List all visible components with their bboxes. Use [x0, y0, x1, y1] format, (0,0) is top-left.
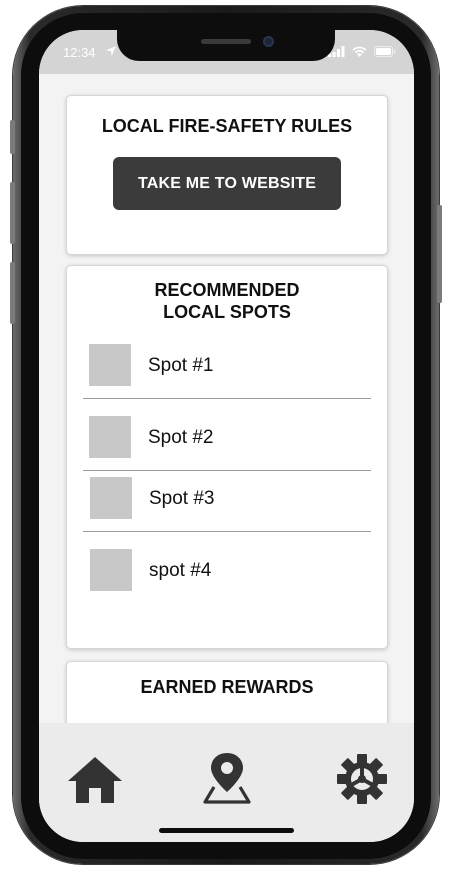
take-me-to-website-button[interactable]: TAKE ME TO WEBSITE — [113, 157, 341, 210]
speaker-grille — [201, 39, 251, 44]
settings-gear-icon[interactable] — [336, 753, 388, 805]
volume-down-button — [10, 262, 15, 324]
earned-rewards-card: EARNED REWARDS — [66, 661, 388, 723]
status-icons — [328, 46, 396, 57]
bottom-tab-bar — [39, 723, 414, 842]
power-button — [437, 205, 442, 303]
spot-label: spot #4 — [149, 560, 212, 581]
fire-safety-card: LOCAL FIRE-SAFETY RULES TAKE ME TO WEBSI… — [66, 95, 388, 255]
list-divider — [83, 470, 371, 471]
scroll-content[interactable]: LOCAL FIRE-SAFETY RULES TAKE ME TO WEBSI… — [39, 74, 414, 723]
map-pin-icon[interactable] — [201, 751, 253, 805]
recommended-spots-title: RECOMMENDED LOCAL SPOTS — [67, 279, 387, 323]
volume-up-button — [10, 182, 15, 244]
wifi-icon — [352, 46, 367, 57]
spot-label: Spot #2 — [148, 427, 214, 448]
spot-label: Spot #3 — [149, 488, 215, 509]
list-item-spot-4[interactable]: spot #4 — [83, 549, 371, 593]
battery-icon — [374, 46, 396, 57]
spot-thumbnail — [90, 477, 132, 519]
notch — [117, 30, 335, 61]
list-item-spot-3[interactable]: Spot #3 — [83, 477, 371, 521]
location-arrow-icon — [106, 46, 116, 56]
fire-safety-title: LOCAL FIRE-SAFETY RULES — [101, 116, 353, 136]
earned-rewards-title: EARNED REWARDS — [140, 677, 314, 697]
status-bar: 12:34 — [39, 30, 414, 74]
spot-label: Spot #1 — [148, 355, 214, 376]
front-camera — [263, 36, 274, 47]
spot-thumbnail — [90, 549, 132, 591]
recommended-spots-title-line1: RECOMMENDED — [154, 280, 300, 300]
app-screen: 12:34 LOCAL FIRE-SAFETY RULES TAKE ME TO… — [39, 30, 414, 842]
list-item-spot-1[interactable]: Spot #1 — [83, 344, 371, 388]
mute-switch — [10, 120, 15, 154]
spot-thumbnail — [89, 416, 131, 458]
recommended-spots-card: RECOMMENDED LOCAL SPOTS Spot #1 Spot #2 … — [66, 265, 388, 649]
status-time: 12:34 — [63, 45, 96, 60]
home-indicator[interactable] — [159, 828, 294, 833]
spot-thumbnail — [89, 344, 131, 386]
home-icon[interactable] — [67, 756, 123, 804]
list-divider — [83, 531, 371, 532]
list-item-spot-2[interactable]: Spot #2 — [83, 416, 371, 460]
recommended-spots-title-line2: LOCAL SPOTS — [163, 302, 291, 322]
list-divider — [83, 398, 371, 399]
